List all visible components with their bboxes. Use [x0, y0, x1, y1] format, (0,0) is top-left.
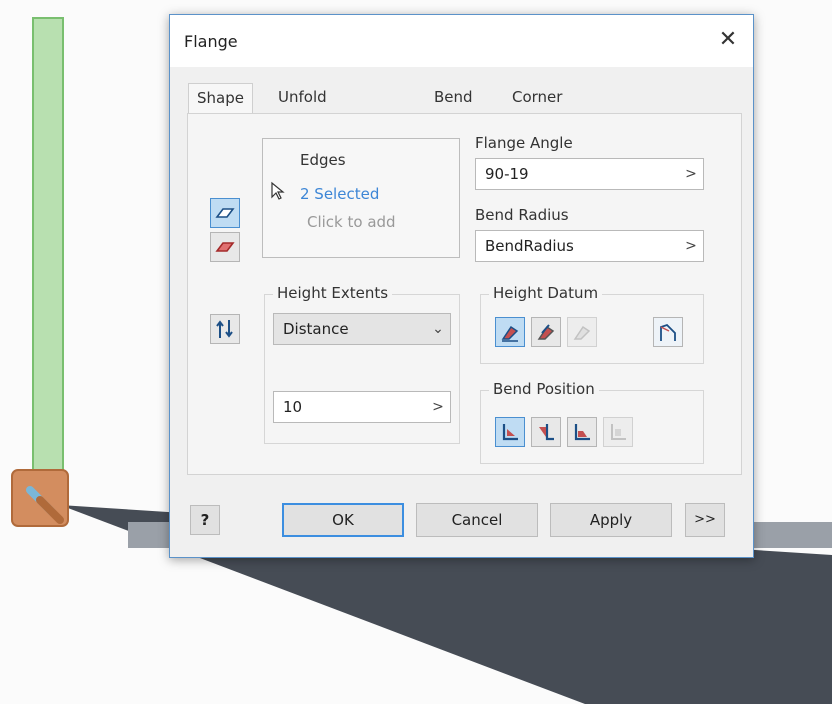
bend-radius-value: BendRadius — [485, 237, 574, 255]
datum-aligned-button[interactable] — [653, 317, 683, 347]
help-button[interactable]: ? — [190, 505, 220, 535]
height-distance-input[interactable]: 10 > — [273, 391, 451, 423]
shape-panel: Edges 2 Selected Click to add Flange Ang… — [187, 113, 742, 475]
edge-select-icon — [215, 208, 235, 218]
edge-select-button[interactable] — [210, 198, 240, 228]
bend-position-tangent-button[interactable] — [567, 417, 597, 447]
flange-angle-value: 90-19 — [485, 165, 529, 183]
dialog-titlebar: Flange ✕ — [170, 15, 753, 67]
chevron-right-icon[interactable]: > — [426, 392, 450, 422]
height-datum-label: Height Datum — [489, 284, 603, 302]
flip-direction-icon — [216, 320, 233, 338]
tab-shape[interactable]: Shape — [188, 83, 253, 115]
bend-position-disabled-button[interactable] — [603, 417, 633, 447]
datum-outer-icon — [501, 325, 519, 342]
dialog-title: Flange — [184, 32, 238, 51]
tab-corner[interactable]: Corner — [504, 83, 570, 113]
bend-outside-icon — [539, 424, 554, 441]
height-extents-label: Height Extents — [273, 284, 393, 302]
height-extents-group: Height Extents Distance ⌄ 10 > — [264, 284, 460, 444]
bend-inside-icon — [502, 424, 518, 441]
bend-position-group: Bend Position — [480, 380, 704, 464]
edges-hint: Click to add — [307, 213, 396, 231]
flange-dialog: Flange ✕ Shape Unfold Options Bend Corne… — [169, 14, 754, 558]
cancel-button[interactable]: Cancel — [416, 503, 538, 537]
datum-tangent-icon — [573, 325, 591, 340]
tab-bend[interactable]: Bend — [426, 83, 481, 113]
edges-selector[interactable]: Edges 2 Selected Click to add — [262, 138, 460, 258]
datum-inner-button[interactable] — [531, 317, 561, 347]
apply-button[interactable]: Apply — [550, 503, 672, 537]
tab-unfold-options[interactable]: Unfold Options — [270, 83, 344, 134]
bend-radius-input[interactable]: BendRadius > — [475, 230, 704, 262]
edge-remove-button[interactable] — [210, 232, 240, 262]
height-datum-group: Height Datum — [480, 284, 704, 364]
expand-button[interactable]: >> — [685, 503, 725, 537]
bend-position-label: Bend Position — [489, 380, 599, 398]
cursor-arrow-icon — [271, 181, 285, 200]
bend-radius-label: Bend Radius — [475, 206, 569, 224]
close-icon[interactable]: ✕ — [713, 25, 743, 55]
height-extents-select[interactable]: Distance ⌄ — [273, 313, 451, 345]
flip-direction-button[interactable] — [210, 314, 240, 344]
flange-angle-label: Flange Angle — [475, 134, 573, 152]
edges-label: Edges — [300, 151, 346, 169]
bend-position-outside-button[interactable] — [531, 417, 561, 447]
datum-aligned-icon — [660, 323, 676, 341]
chevron-right-icon[interactable]: > — [679, 231, 703, 261]
edge-remove-icon — [215, 242, 235, 252]
chevron-right-icon[interactable]: > — [679, 159, 703, 189]
bend-disabled-icon — [611, 424, 626, 440]
ok-button[interactable]: OK — [282, 503, 404, 537]
edges-selected-count: 2 Selected — [300, 185, 380, 203]
chevron-down-icon[interactable]: ⌄ — [426, 314, 450, 344]
height-extents-type: Distance — [283, 320, 349, 338]
datum-outer-button[interactable] — [495, 317, 525, 347]
bend-tangent-icon — [574, 424, 590, 441]
datum-tangent-button[interactable] — [567, 317, 597, 347]
bend-position-inside-button[interactable] — [495, 417, 525, 447]
flange-angle-input[interactable]: 90-19 > — [475, 158, 704, 190]
datum-inner-icon — [537, 324, 555, 340]
height-distance-value: 10 — [283, 398, 303, 416]
